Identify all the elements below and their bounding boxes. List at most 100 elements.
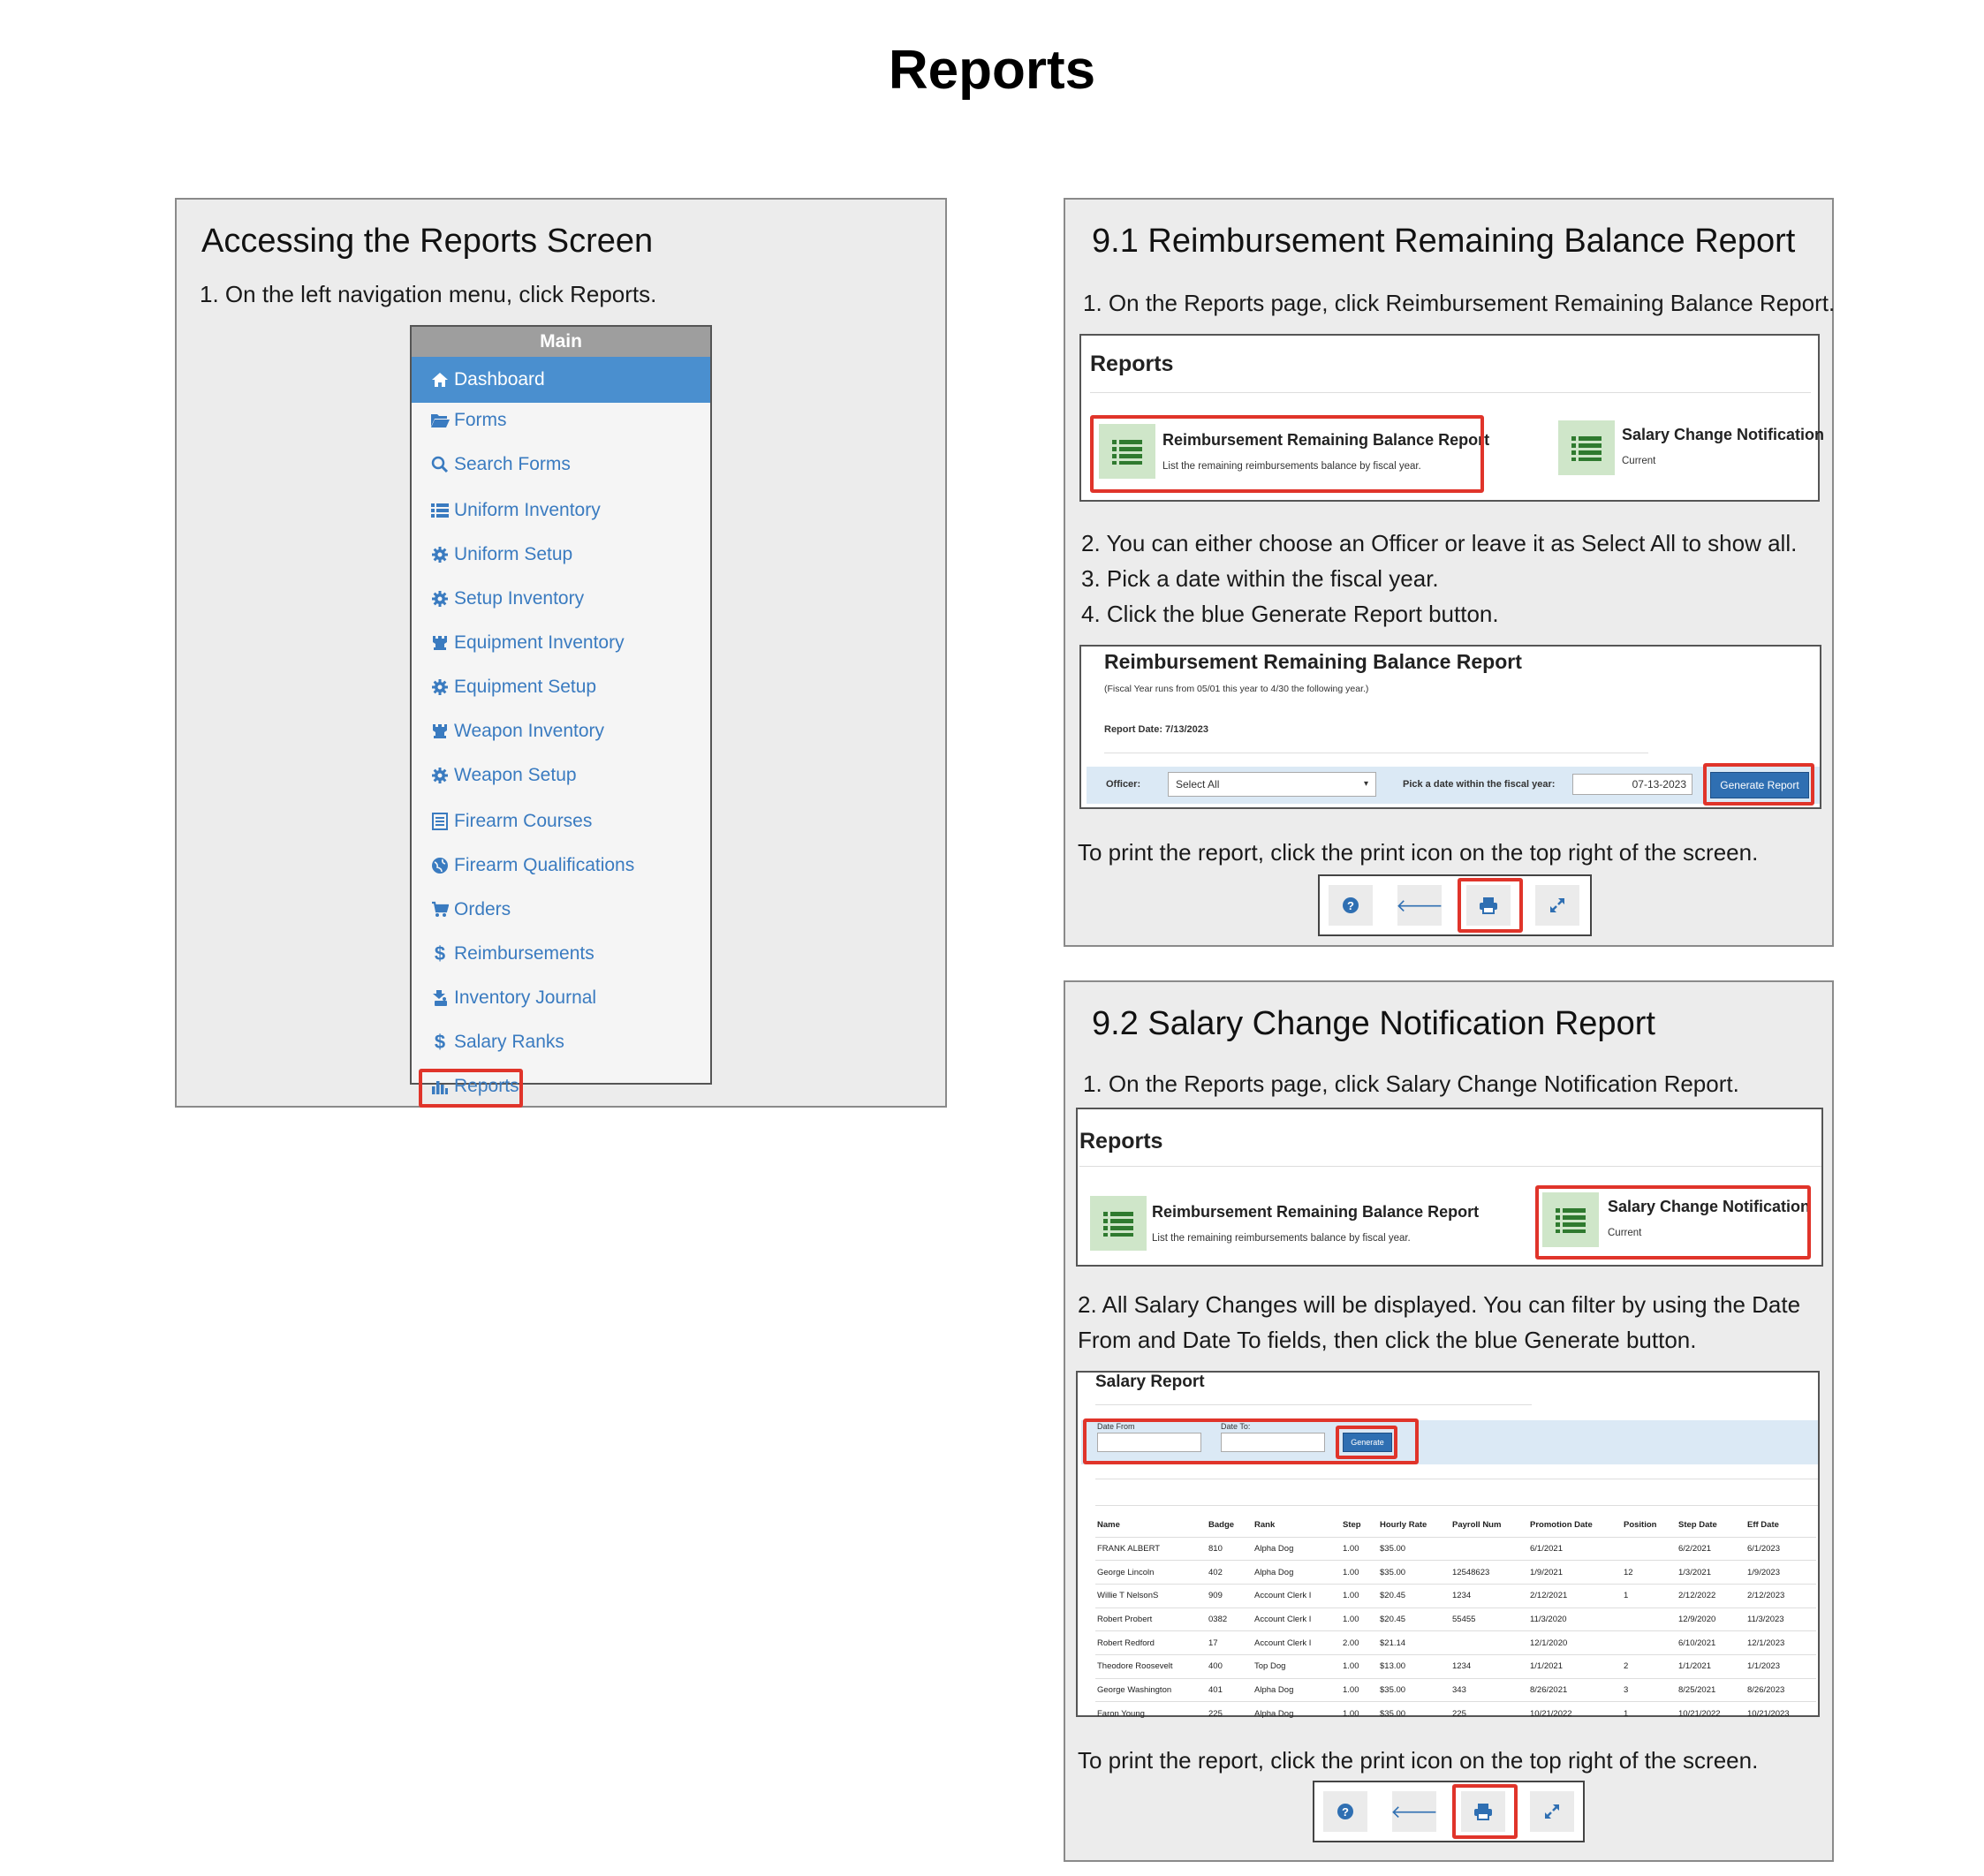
tower-icon [429, 722, 451, 741]
table-cell: 1.00 [1341, 1536, 1378, 1561]
transfer-icon [429, 988, 451, 1008]
highlight-generate-report [1703, 763, 1814, 806]
table-cell: 2/12/2023 [1745, 1583, 1816, 1608]
table-cell [1450, 1536, 1528, 1561]
table-cell: 1/1/2023 [1745, 1653, 1816, 1679]
column-header[interactable]: Name [1095, 1514, 1207, 1537]
sidebar-item-firearm-qualifications[interactable]: Firearm Qualifications [412, 846, 710, 885]
table-row[interactable]: FRANK ALBERT 810 Alpha Dog 1.00 $35.00 6/1/20… [1095, 1536, 1816, 1561]
sidebar-item-reimbursements[interactable]: $ Reimbursements [412, 934, 710, 973]
table-row[interactable]: Robert Redford 17 Account Clerk I 2.00 $21.1… [1095, 1630, 1816, 1655]
column-header[interactable]: Badge [1207, 1514, 1253, 1537]
table-cell: 6/1/2023 [1745, 1536, 1816, 1561]
sidebar-item-dashboard[interactable]: Dashboard [412, 357, 710, 403]
table-cell: 8/26/2021 [1528, 1677, 1622, 1702]
sidebar-item-uniform-inventory[interactable]: Uniform Inventory [412, 491, 710, 530]
fiscal-note: (Fiscal Year runs from 05/01 this year t… [1104, 684, 1369, 694]
sidebar-item-label: Orders [454, 899, 511, 919]
column-header[interactable]: Step Date [1677, 1514, 1745, 1537]
table-cell: 12/1/2020 [1528, 1630, 1622, 1655]
s92-step-2-line1: 2. All Salary Changes will be displayed.… [1078, 1291, 1801, 1318]
table-cell [1622, 1607, 1677, 1631]
table-row[interactable]: Robert Probert 0382 Account Clerk I 1.00 $20… [1095, 1607, 1816, 1631]
column-header[interactable]: Eff Date [1745, 1514, 1816, 1537]
table-cell: 1/9/2021 [1528, 1560, 1622, 1585]
highlight-reports-nav [419, 1069, 523, 1108]
table-cell: 225 [1207, 1701, 1253, 1726]
table-cell: 1234 [1450, 1653, 1528, 1679]
sidebar-item-equipment-inventory[interactable]: Equipment Inventory [412, 624, 710, 662]
table-cell: Robert Probert [1095, 1607, 1207, 1631]
back-arrow-icon[interactable]: 🡐 [1390, 1791, 1438, 1832]
tile-salary-name[interactable]: Salary Change Notification [1622, 426, 1824, 444]
sidebar-item-label: Dashboard [454, 369, 545, 390]
table-cell: 3 [1622, 1677, 1677, 1702]
table-cell: 343 [1450, 1677, 1528, 1702]
column-header[interactable]: Step [1341, 1514, 1378, 1537]
table-cell: $35.00 [1378, 1701, 1450, 1726]
fiscal-date-input[interactable]: 07-13-2023 [1572, 774, 1692, 795]
sidebar-item-equipment-setup[interactable]: Equipment Setup [412, 668, 710, 707]
table-cell: 909 [1207, 1583, 1253, 1608]
table-cell: 1 [1622, 1583, 1677, 1608]
table-cell: 10/21/2022 [1528, 1701, 1622, 1726]
sidebar-item-uniform-setup[interactable]: Uniform Setup [412, 535, 710, 574]
sidebar-item-setup-inventory[interactable]: Setup Inventory [412, 579, 710, 618]
table-cell: 1.00 [1341, 1607, 1378, 1631]
table-cell: 11/3/2023 [1745, 1607, 1816, 1631]
table-row[interactable]: Theodore Roosevelt 400 Top Dog 1.00 $13.00 12… [1095, 1653, 1816, 1679]
form-title: Reimbursement Remaining Balance Report [1104, 650, 1522, 673]
column-header[interactable]: Hourly Rate [1378, 1514, 1450, 1537]
column-header[interactable]: Rank [1253, 1514, 1341, 1537]
tile-reimbursement-name[interactable]: Reimbursement Remaining Balance Report [1152, 1203, 1479, 1222]
sidebar-item-weapon-setup[interactable]: Weapon Setup [412, 756, 710, 795]
table-cell: 225 [1450, 1701, 1528, 1726]
table-cell: 6/1/2021 [1528, 1536, 1622, 1561]
sidebar-item-forms[interactable]: Forms [412, 401, 710, 440]
column-header[interactable]: Position [1622, 1514, 1677, 1537]
table-cell: 1/1/2021 [1677, 1653, 1745, 1679]
chevron-down-icon: ▾ [1363, 779, 1368, 789]
column-header[interactable]: Payroll Num [1450, 1514, 1528, 1537]
expand-icon[interactable] [1530, 1791, 1574, 1832]
sidebar-item-firearm-courses[interactable]: Firearm Courses [412, 802, 710, 841]
reports-screen-mock-2: Reports Reimbursement Remaining Balance … [1076, 1108, 1823, 1267]
s92-print-note: To print the report, click the print ico… [1078, 1747, 1759, 1774]
sidebar-item-orders[interactable]: Orders [412, 890, 710, 929]
back-arrow-icon[interactable]: 🡐 [1396, 885, 1443, 926]
officer-select[interactable]: Select All ▾ [1168, 772, 1376, 797]
table-cell: 11/3/2020 [1528, 1607, 1622, 1631]
table-row[interactable]: George Lincoln 402 Alpha Dog 1.00 $35.00 1254… [1095, 1560, 1816, 1585]
table-cell: $35.00 [1378, 1536, 1450, 1561]
table-cell: 1 [1622, 1701, 1677, 1726]
cart-icon [429, 900, 451, 919]
table-cell: FRANK ALBERT [1095, 1536, 1207, 1561]
table-row[interactable]: George Washington 401 Alpha Dog 1.00 $35.00 3… [1095, 1677, 1816, 1702]
sidebar-item-salary-ranks[interactable]: $ Salary Ranks [412, 1023, 710, 1062]
table-cell: Alpha Dog [1253, 1701, 1341, 1726]
sidebar-item-label: Equipment Inventory [454, 632, 625, 653]
highlight-date-filters [1083, 1418, 1419, 1464]
table-cell: Willie T NelsonS [1095, 1583, 1207, 1608]
table-row[interactable]: Willie T NelsonS 909 Account Clerk I 1.00 $2… [1095, 1583, 1816, 1608]
help-icon[interactable]: ? [1329, 885, 1373, 926]
reports-title: Reports [1079, 1129, 1163, 1154]
tile-reimbursement-sub: List the remaining reimbursements balanc… [1152, 1233, 1411, 1244]
sidebar-item-weapon-inventory[interactable]: Weapon Inventory [412, 712, 710, 751]
table-cell [1622, 1630, 1677, 1655]
sidebar-item-search-forms[interactable]: Search Forms [412, 445, 710, 484]
sidebar-item-label: Reimbursements [454, 943, 594, 964]
table-row[interactable]: Faron Young 225 Alpha Dog 1.00 $35.00 225 10/2… [1095, 1701, 1816, 1726]
sidebar-nav: Main Dashboard Forms Search Forms Uniform I… [410, 325, 712, 1108]
table-cell: 0382 [1207, 1607, 1253, 1631]
column-header[interactable]: Promotion Date [1528, 1514, 1622, 1537]
help-icon[interactable]: ? [1323, 1791, 1367, 1832]
sidebar-item-inventory-journal[interactable]: Inventory Journal [412, 979, 710, 1017]
tower-icon [429, 633, 451, 653]
table-cell: 55455 [1450, 1607, 1528, 1631]
table-cell: 1.00 [1341, 1583, 1378, 1608]
sidebar-item-label: Salary Ranks [454, 1032, 564, 1052]
table-cell [1622, 1536, 1677, 1561]
gear-icon [429, 545, 451, 564]
expand-icon[interactable] [1535, 885, 1579, 926]
